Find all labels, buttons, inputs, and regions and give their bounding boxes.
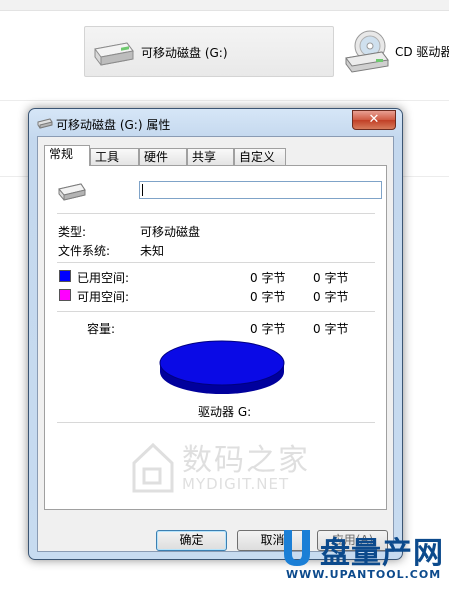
removable-drive-icon — [58, 183, 86, 201]
close-icon: ✕ — [368, 112, 380, 127]
capacity-label: 容量: — [87, 322, 116, 336]
used-space-swatch — [59, 270, 71, 282]
upantool-cn: 盘量产网 — [320, 536, 444, 571]
free-space-size: 0 字节 — [313, 290, 349, 304]
mydigit-cn: 数码之家 — [182, 443, 310, 478]
drive-tile-label: 可移动磁盘 (G:) — [141, 46, 228, 60]
cd-drive-tile[interactable]: CD 驱动器 — [340, 26, 449, 75]
type-label: 类型: — [58, 225, 87, 239]
dialog-title: 可移动磁盘 (G:) 属性 — [56, 118, 171, 132]
divider — [57, 311, 375, 312]
tab-general[interactable]: 常规 — [44, 145, 90, 166]
removable-drive-icon — [37, 118, 53, 129]
tab-sharing[interactable]: 共享 — [187, 148, 234, 165]
drive-caption: 驱动器 G: — [198, 405, 252, 419]
mydigit-watermark: 数码之家 MYDIGIT.NET — [130, 435, 330, 507]
mydigit-en: MYDIGIT.NET — [182, 475, 290, 493]
close-button[interactable]: ✕ — [352, 110, 396, 130]
disk-usage-pie — [159, 340, 285, 394]
tab-label: 常规 — [49, 147, 74, 161]
tab-label: 工具 — [95, 150, 120, 164]
free-space-label: 可用空间: — [77, 290, 130, 304]
pie-used-slice — [159, 340, 285, 386]
tab-label: 自定义 — [239, 150, 276, 164]
u-logo-icon — [284, 530, 310, 566]
explorer-toolbar-strip — [0, 0, 449, 11]
capacity-bytes: 0 字节 — [250, 322, 286, 336]
free-space-swatch — [59, 289, 71, 301]
used-space-size: 0 字节 — [313, 271, 349, 285]
upantool-en: WWW.UPANTOOL.COM — [286, 568, 442, 581]
dialog-titlebar[interactable]: 可移动磁盘 (G:) 属性 ✕ — [29, 109, 402, 137]
drive-tile-g[interactable]: 可移动磁盘 (G:) — [84, 26, 334, 77]
file-system-label: 文件系统: — [58, 244, 111, 258]
file-system-value: 未知 — [140, 244, 165, 258]
tab-hardware[interactable]: 硬件 — [139, 148, 187, 165]
used-space-label: 已用空间: — [77, 271, 130, 285]
divider — [57, 422, 375, 423]
type-value: 可移动磁盘 — [140, 225, 201, 239]
house-logo-icon — [132, 442, 174, 493]
upantool-watermark: 盘量产网 WWW.UPANTOOL.COM — [276, 526, 449, 590]
volume-label-input[interactable] — [139, 181, 382, 199]
text-caret — [142, 184, 143, 196]
tab-customize[interactable]: 自定义 — [234, 148, 286, 165]
explorer-divider — [0, 100, 449, 101]
cd-drive-label: CD 驱动器 — [395, 45, 449, 59]
divider — [57, 262, 375, 263]
divider — [57, 213, 375, 214]
capacity-size: 0 字节 — [313, 322, 349, 336]
used-space-bytes: 0 字节 — [250, 271, 286, 285]
removable-drive-icon — [94, 42, 134, 66]
tab-label: 共享 — [192, 150, 217, 164]
ok-button[interactable]: 确定 — [156, 530, 227, 551]
cd-drive-icon — [345, 30, 389, 73]
tab-tools[interactable]: 工具 — [90, 148, 139, 165]
ok-button-label: 确定 — [179, 533, 204, 547]
tab-label: 硬件 — [144, 150, 169, 164]
free-space-bytes: 0 字节 — [250, 290, 286, 304]
